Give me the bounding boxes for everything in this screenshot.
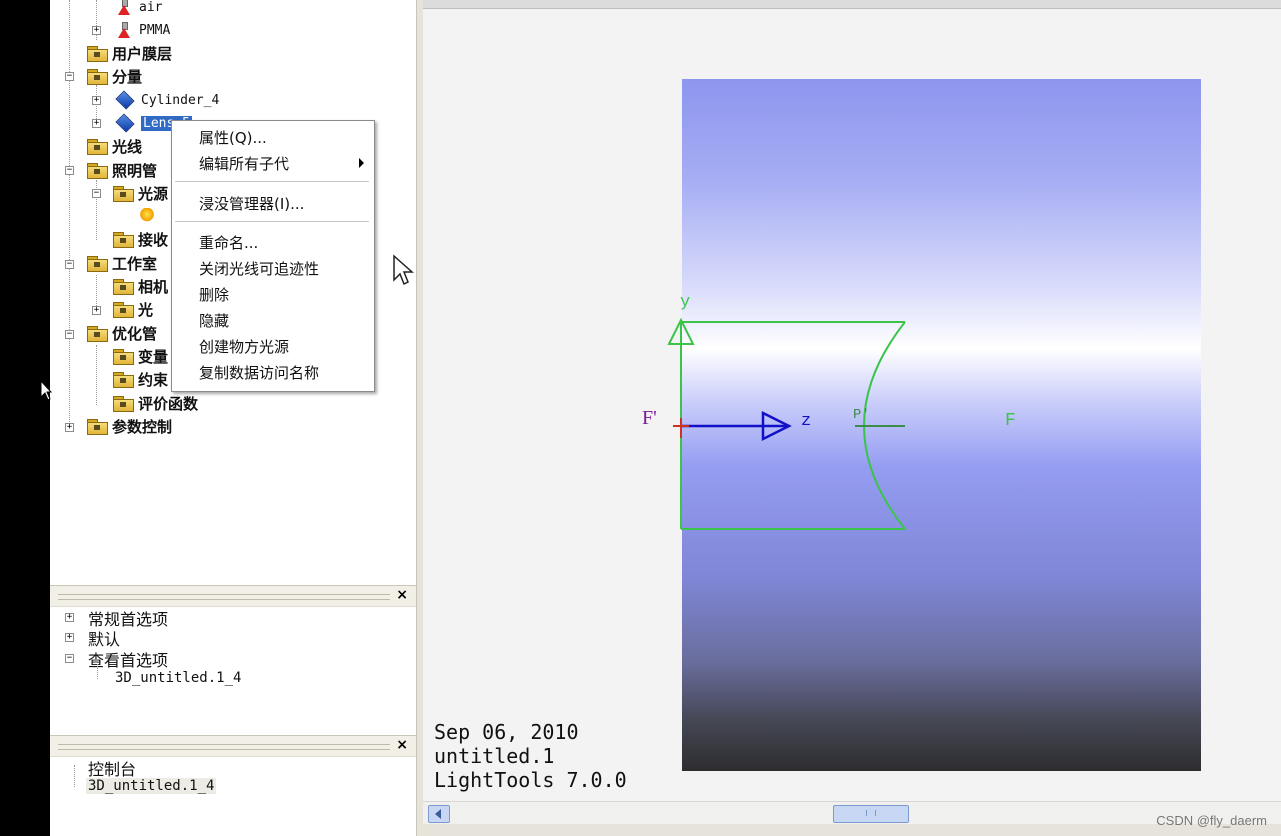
- menu-item-edit-all-children[interactable]: 编辑所有子代: [199, 153, 289, 174]
- expand-plus-icon[interactable]: +: [65, 633, 74, 642]
- pref-view-3d-window[interactable]: 3D_untitled.1_4: [115, 670, 241, 686]
- left-panel: air + PMMA 用户膜层 − 分量 + Cylinder_4 + Lens…: [50, 0, 416, 836]
- menu-item-immersion-manager[interactable]: 浸没管理器(I)...: [199, 193, 304, 214]
- tree-node-illumination-manager[interactable]: 照明管: [87, 159, 157, 181]
- mouse-pointer-icon: [393, 254, 414, 286]
- material-flask-icon: [117, 0, 131, 15]
- collapse-minus-icon[interactable]: −: [65, 260, 74, 269]
- watermark: CSDN @fly_daerm: [1156, 813, 1267, 828]
- menu-separator: [175, 221, 369, 222]
- folder-icon: [87, 418, 108, 435]
- tree-node-merit-function[interactable]: 评价函数: [113, 392, 198, 414]
- left-black-margin: [0, 0, 50, 836]
- tree-node-constraints[interactable]: 约束: [113, 368, 168, 390]
- mouse-pointer-icon: [40, 380, 52, 401]
- back-focal-label: F: [1005, 411, 1016, 431]
- collapse-minus-icon[interactable]: −: [65, 330, 74, 339]
- panel-grip[interactable]: [58, 744, 390, 750]
- light-bulb-icon: [140, 208, 154, 224]
- z-axis-label: z: [801, 412, 811, 431]
- menu-item-create-object-source[interactable]: 创建物方光源: [199, 336, 289, 357]
- tree-node-sources[interactable]: 光源: [113, 182, 168, 204]
- preferences-panel-header[interactable]: ×: [50, 585, 416, 607]
- folder-icon: [87, 68, 108, 85]
- tree-node-air[interactable]: air: [117, 0, 162, 18]
- solid-body-icon: [115, 113, 135, 133]
- tree-node-rays[interactable]: 光线: [87, 135, 142, 157]
- folder-icon: [87, 162, 108, 179]
- tree-node-receivers[interactable]: 接收: [113, 228, 168, 250]
- console-panel-header[interactable]: ×: [50, 735, 416, 757]
- folder-icon: [113, 371, 134, 388]
- folder-icon: [87, 325, 108, 342]
- expand-plus-icon[interactable]: +: [92, 306, 101, 315]
- front-focal-label: F': [642, 407, 657, 429]
- scroll-left-arrow-icon[interactable]: [428, 805, 450, 823]
- folder-icon: [87, 255, 108, 272]
- collapse-minus-icon[interactable]: −: [92, 189, 101, 198]
- pref-view[interactable]: 查看首选项: [88, 647, 168, 671]
- console-item[interactable]: 控制台: [88, 756, 136, 780]
- expand-plus-icon[interactable]: +: [92, 96, 101, 105]
- panel-grip[interactable]: [58, 594, 390, 600]
- menu-item-disable-ray-traceability[interactable]: 关闭光线可追迹性: [199, 258, 319, 279]
- tree-node-components[interactable]: 分量: [87, 65, 142, 87]
- viewport-bottom-border: [423, 824, 1281, 836]
- folder-icon: [87, 45, 108, 62]
- tree-node-variables[interactable]: 变量: [113, 345, 168, 367]
- tree-node-parameter-control[interactable]: 参数控制: [87, 415, 172, 437]
- horizontal-scrollbar[interactable]: [423, 801, 1281, 825]
- collapse-minus-icon[interactable]: −: [65, 654, 74, 663]
- menu-item-copy-data-access-name[interactable]: 复制数据访问名称: [199, 362, 319, 383]
- menu-item-properties[interactable]: 属性(Q)...: [199, 127, 267, 148]
- folder-icon: [113, 278, 134, 295]
- expand-plus-icon[interactable]: +: [65, 613, 74, 622]
- 3d-viewport[interactable]: y z F' F P' Sep 06, 2010 untitled.1 Ligh…: [423, 0, 1281, 836]
- menu-item-rename[interactable]: 重命名...: [199, 232, 258, 253]
- context-menu: 属性(Q)... 编辑所有子代 浸没管理器(I)... 重命名... 关闭光线可…: [171, 120, 375, 392]
- tree-node-pmma[interactable]: PMMA: [117, 19, 170, 41]
- scene-canvas[interactable]: y z F' F P': [423, 0, 1281, 800]
- y-axis-label: y: [680, 293, 690, 312]
- collapse-minus-icon[interactable]: −: [65, 72, 74, 81]
- close-icon[interactable]: ×: [396, 737, 408, 753]
- folder-icon: [87, 138, 108, 155]
- folder-icon: [113, 348, 134, 365]
- tree-node-light[interactable]: 光: [113, 298, 153, 320]
- tree-node-source-item[interactable]: [140, 205, 160, 227]
- menu-separator: [175, 181, 369, 182]
- menu-item-delete[interactable]: 删除: [199, 284, 229, 305]
- principal-point-label: P': [853, 407, 870, 423]
- folder-icon: [113, 301, 134, 318]
- info-app-version: LightTools 7.0.0: [434, 768, 627, 792]
- console-3d-window[interactable]: 3D_untitled.1_4: [86, 778, 217, 794]
- folder-icon: [113, 231, 134, 248]
- tree-node-studio[interactable]: 工作室: [87, 252, 157, 274]
- expand-plus-icon[interactable]: +: [92, 26, 101, 35]
- tree-node-cylinder[interactable]: Cylinder_4: [115, 89, 219, 111]
- material-flask-icon: [117, 22, 131, 38]
- submenu-arrow-icon: [359, 158, 364, 168]
- folder-icon: [113, 185, 134, 202]
- info-date: Sep 06, 2010: [434, 720, 579, 744]
- folder-icon: [113, 395, 134, 412]
- menu-item-hide[interactable]: 隐藏: [199, 310, 229, 331]
- scrollbar-thumb[interactable]: [833, 805, 909, 823]
- expand-plus-icon[interactable]: +: [92, 119, 101, 128]
- tree-node-camera[interactable]: 相机: [113, 275, 168, 297]
- expand-plus-icon[interactable]: +: [65, 423, 74, 432]
- tree-node-user-coatings[interactable]: 用户膜层: [87, 42, 172, 64]
- collapse-minus-icon[interactable]: −: [65, 166, 74, 175]
- tree-node-optimization-manager[interactable]: 优化管: [87, 322, 157, 344]
- close-icon[interactable]: ×: [396, 587, 408, 603]
- info-file: untitled.1: [434, 744, 555, 768]
- solid-body-icon: [115, 90, 135, 110]
